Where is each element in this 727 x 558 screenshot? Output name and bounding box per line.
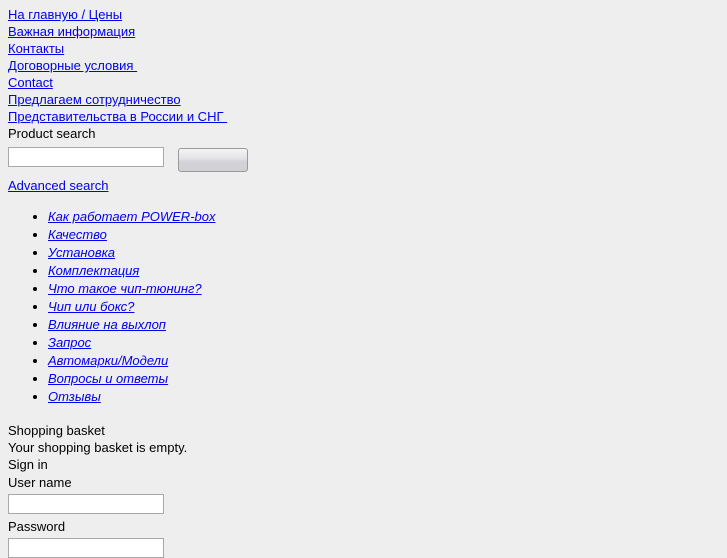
menu-link-what-is-chiptuning[interactable]: Что такое чип-тюнинг? (48, 281, 202, 296)
password-field-wrapper (8, 538, 727, 558)
password-label: Password (8, 519, 66, 534)
list-item: Что такое чип-тюнинг? (48, 280, 727, 298)
user-name-input[interactable] (8, 494, 164, 514)
list-item: Качество (48, 226, 727, 244)
menu-link-car-makes-models[interactable]: Автомарки/Модели (48, 353, 168, 368)
product-search-heading: Product search (8, 126, 96, 141)
menu-link-quality[interactable]: Качество (48, 227, 107, 242)
advanced-search-wrapper: Advanced search (8, 177, 727, 194)
user-name-field-wrapper (8, 494, 727, 514)
menu-link-installation[interactable]: Установка (48, 245, 115, 260)
list-item: Комплектация (48, 262, 727, 280)
list-item: Как работает POWER-box (48, 208, 727, 226)
nav-link-home-prices[interactable]: На главную / Цены (8, 6, 122, 23)
product-info-menu: Как работает POWER-box Качество Установк… (8, 208, 727, 406)
sign-in-heading: Sign in (8, 457, 48, 472)
shopping-basket-section: Shopping basket Your shopping basket is … (8, 422, 727, 456)
advanced-search-link[interactable]: Advanced search (8, 177, 108, 194)
sign-in-section: Sign in User name Password (8, 456, 727, 558)
page-body: На главную / Цены Важная информация Конт… (0, 0, 727, 558)
list-item: Отзывы (48, 388, 727, 406)
menu-link-request[interactable]: Запрос (48, 335, 91, 350)
menu-link-how-powerbox-works[interactable]: Как работает POWER-box (48, 209, 215, 224)
menu-link-exhaust-impact[interactable]: Влияние на выхлоп (48, 317, 166, 332)
nav-link-contacts[interactable]: Контакты (8, 40, 64, 57)
list-item: Чип или бокс? (48, 298, 727, 316)
product-search-form (8, 147, 727, 175)
menu-link-chip-or-box[interactable]: Чип или бокс? (48, 299, 134, 314)
list-item: Установка (48, 244, 727, 262)
nav-link-terms[interactable]: Договорные условия (8, 57, 137, 74)
nav-link-cooperation[interactable]: Предлагаем сотрудничество (8, 91, 181, 108)
password-input[interactable] (8, 538, 164, 558)
nav-link-representatives[interactable]: Представительства в России и СНГ (8, 108, 227, 125)
top-navigation: На главную / Цены Важная информация Конт… (8, 6, 727, 125)
nav-link-contact-en[interactable]: Contact (8, 74, 53, 91)
menu-link-reviews[interactable]: Отзывы (48, 389, 101, 404)
user-name-label: User name (8, 475, 72, 490)
search-submit-button[interactable] (178, 148, 248, 172)
shopping-basket-empty-message: Your shopping basket is empty. (8, 440, 188, 455)
list-item: Вопросы и ответы (48, 370, 727, 388)
list-item: Запрос (48, 334, 727, 352)
menu-link-faq[interactable]: Вопросы и ответы (48, 371, 168, 386)
menu-link-package-contents[interactable]: Комплектация (48, 263, 139, 278)
search-input[interactable] (8, 147, 164, 167)
nav-link-important-info[interactable]: Важная информация (8, 23, 135, 40)
shopping-basket-heading: Shopping basket (8, 423, 105, 438)
list-item: Влияние на выхлоп (48, 316, 727, 334)
list-item: Автомарки/Модели (48, 352, 727, 370)
